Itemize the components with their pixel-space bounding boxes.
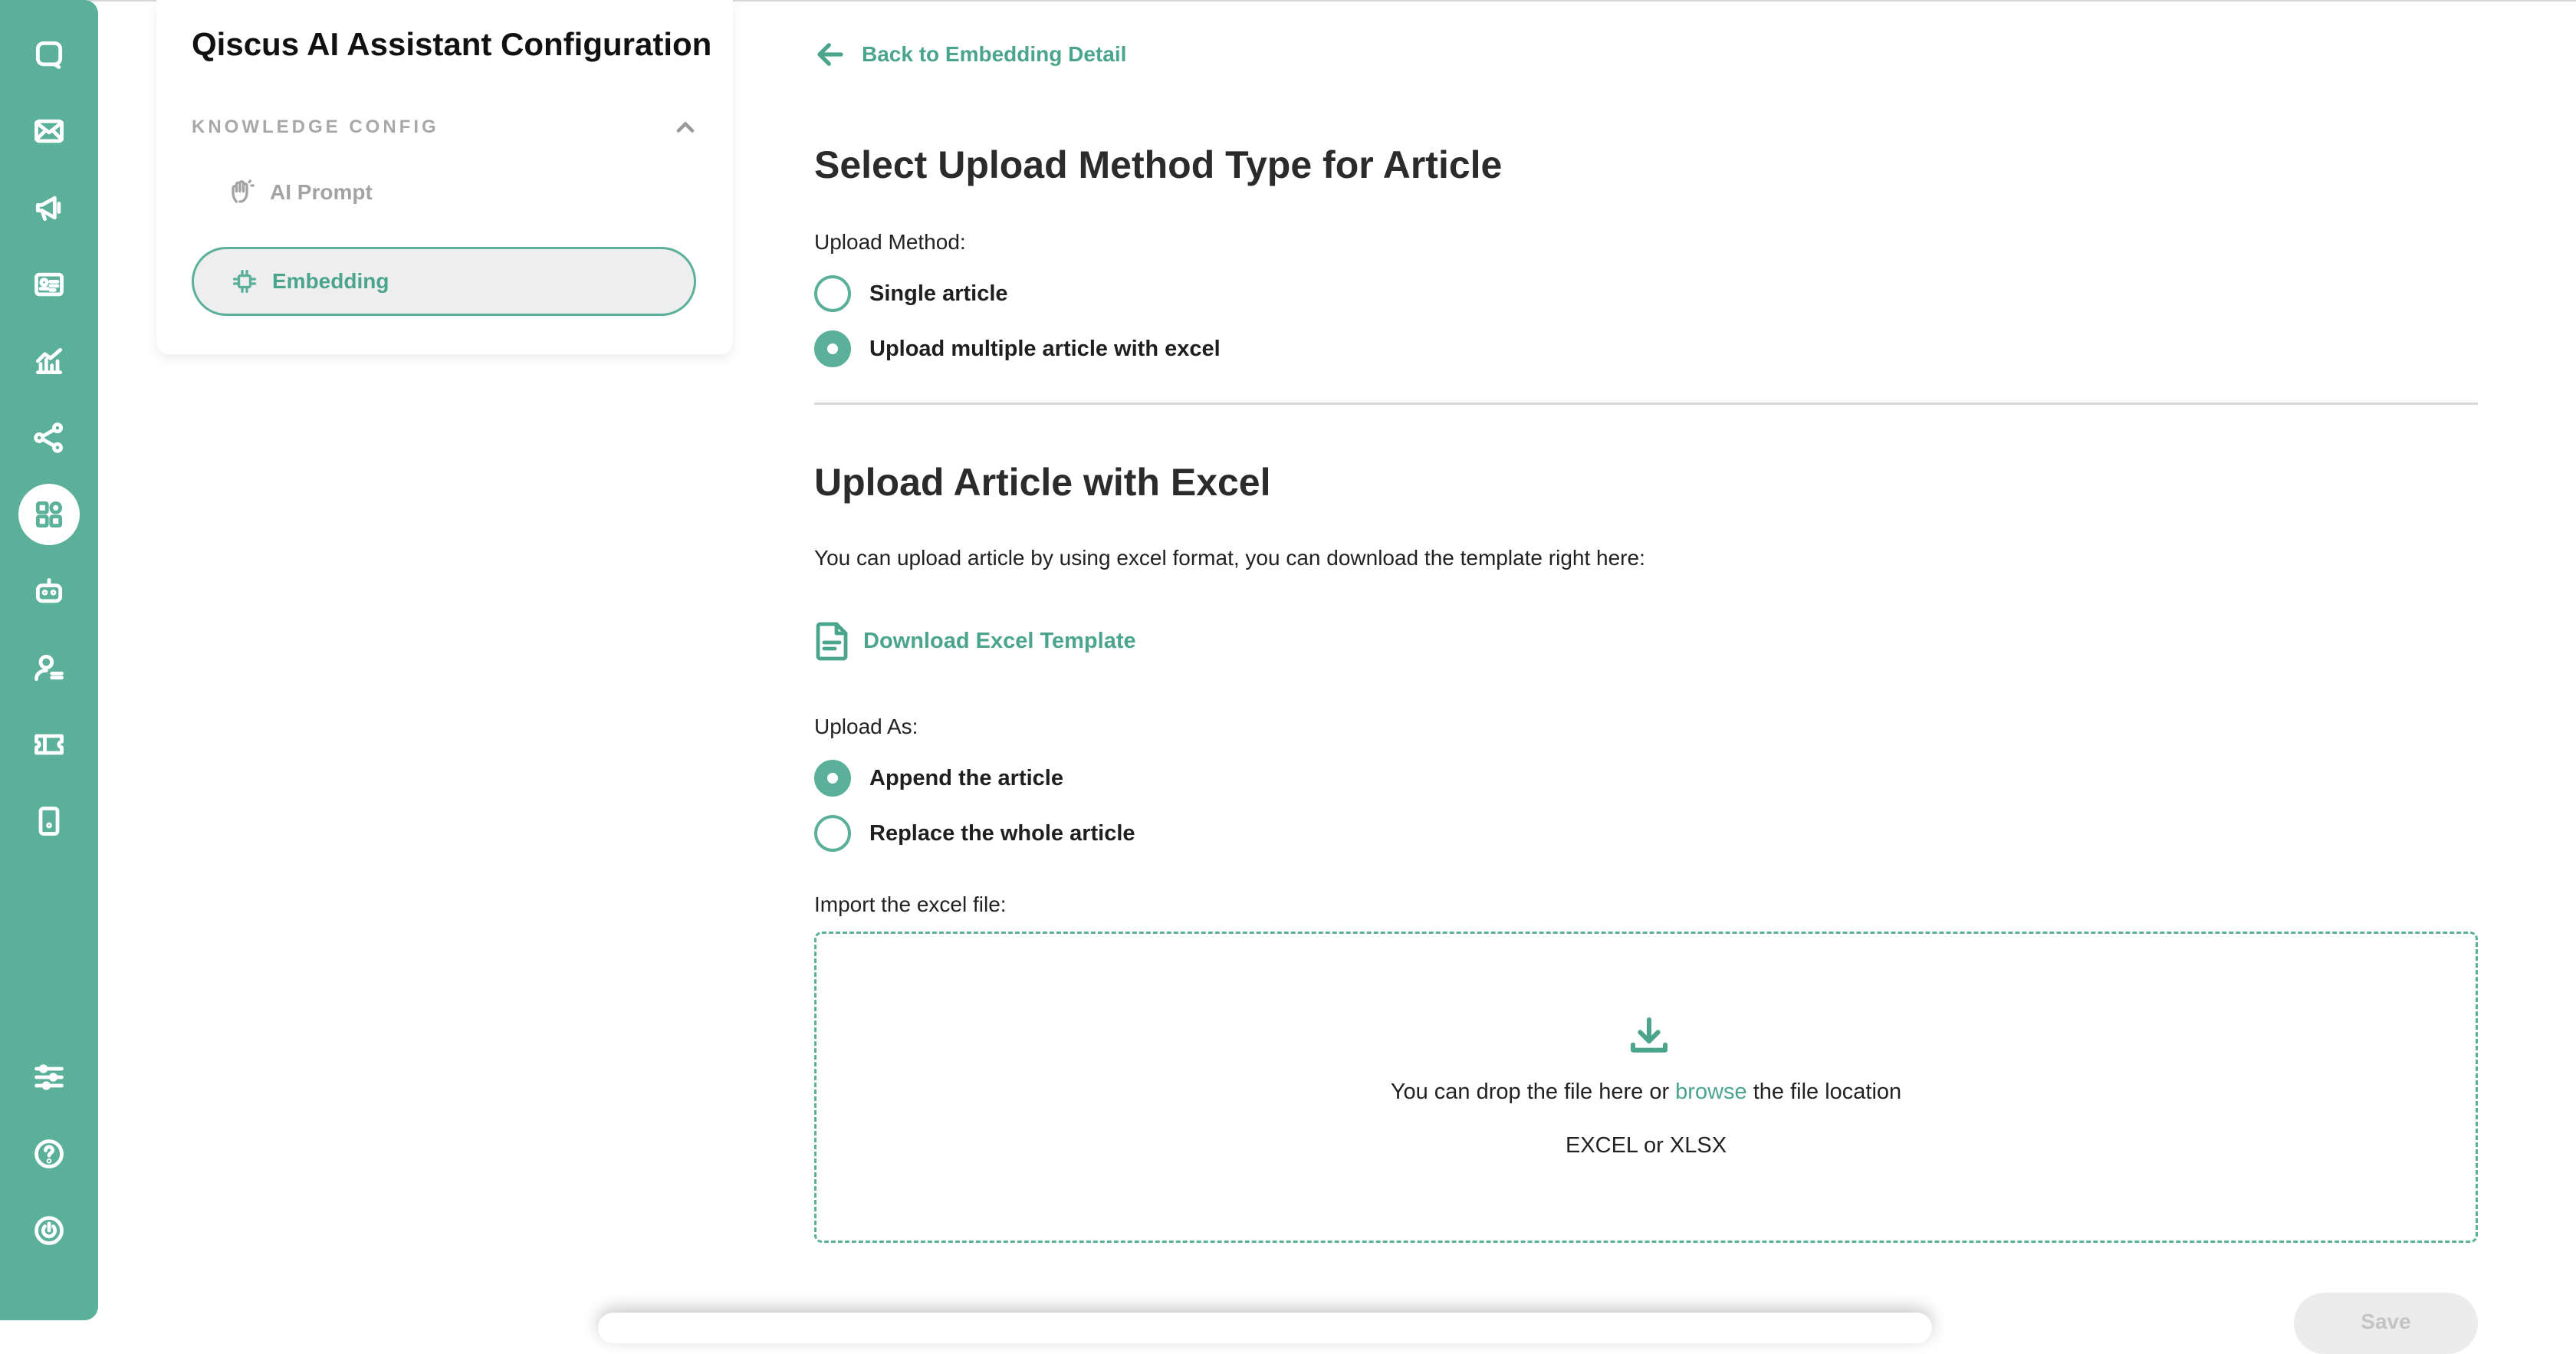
radio-circle[interactable]: [814, 815, 851, 852]
radio-label: Replace the whole article: [869, 820, 1135, 846]
document-icon: [816, 622, 848, 661]
radio-label: Append the article: [869, 765, 1063, 790]
download-label: Download Excel Template: [863, 628, 1136, 653]
radio-upload-multiple-excel[interactable]: Upload multiple article with excel: [814, 330, 1221, 367]
arrow-left-icon: [817, 43, 843, 66]
agent-icon[interactable]: [18, 637, 80, 698]
power-icon[interactable]: [18, 1200, 80, 1261]
bot-icon[interactable]: [18, 560, 80, 622]
mail-icon[interactable]: [18, 100, 80, 162]
radio-label: Single article: [869, 281, 1008, 306]
browse-link[interactable]: browse: [1675, 1080, 1747, 1104]
contact-card-icon[interactable]: [18, 254, 80, 315]
sidebar-item-ai-prompt[interactable]: AI Prompt: [192, 158, 696, 227]
back-to-embedding-detail-link[interactable]: Back to Embedding Detail: [814, 38, 1126, 71]
sidebar-item-label: AI Prompt: [270, 180, 373, 204]
radio-circle-checked[interactable]: [814, 330, 851, 367]
help-icon[interactable]: [18, 1123, 80, 1185]
dropzone-text-before: You can drop the file here or: [1390, 1080, 1676, 1104]
sidebar-title: Qiscus AI Assistant Configuration: [192, 26, 712, 62]
dropzone-text-after: the file location: [1746, 1080, 1902, 1104]
chevron-up-icon[interactable]: [672, 113, 699, 141]
file-dropzone[interactable]: You can drop the file here or browse the…: [814, 932, 2478, 1243]
integration-icon[interactable]: [18, 407, 80, 468]
section-label-knowledge-config: KNOWLEDGE CONFIG: [192, 117, 439, 137]
main-content: Back to Embedding Detail Select Upload M…: [814, 0, 2478, 1320]
import-excel-label: Import the excel file:: [814, 892, 1007, 916]
megaphone-icon[interactable]: [18, 177, 80, 238]
upload-method-label: Upload Method:: [814, 230, 966, 254]
radio-append-article[interactable]: Append the article: [814, 760, 1063, 797]
chip-icon: [232, 269, 257, 294]
mobile-icon[interactable]: [18, 790, 80, 852]
upload-as-label: Upload As:: [814, 715, 918, 738]
config-sidebar: Qiscus AI Assistant Configuration KNOWLE…: [156, 0, 733, 354]
download-tray-icon: [1628, 1014, 1671, 1057]
radio-circle-checked[interactable]: [814, 760, 851, 797]
radio-replace-whole-article[interactable]: Replace the whole article: [814, 815, 1135, 852]
analytics-icon[interactable]: [18, 330, 80, 392]
chat-icon[interactable]: [18, 24, 80, 85]
sidebar-item-embedding[interactable]: Embedding: [192, 247, 696, 316]
dropzone-text: You can drop the file here or browse the…: [816, 1080, 2476, 1105]
upload-excel-description: You can upload article by using excel fo…: [814, 546, 1645, 570]
back-link-label: Back to Embedding Detail: [862, 42, 1127, 66]
download-excel-template-link[interactable]: Download Excel Template: [814, 621, 1136, 661]
save-button[interactable]: Save: [2294, 1293, 2478, 1354]
hand-wave-icon: [232, 179, 255, 203]
sidebar-item-label: Embedding: [272, 269, 389, 293]
settings-sliders-icon[interactable]: [18, 1047, 80, 1108]
upload-method-title: Select Upload Method Type for Article: [814, 143, 1503, 186]
radio-circle[interactable]: [814, 275, 851, 312]
radio-single-article[interactable]: Single article: [814, 275, 1008, 312]
dropzone-formats: EXCEL or XLSX: [1565, 1133, 1727, 1158]
bottom-action-bar: [598, 1313, 1932, 1343]
icon-rail: [0, 0, 98, 1320]
radio-label: Upload multiple article with excel: [869, 336, 1221, 361]
apps-grid-icon[interactable]: [18, 484, 80, 545]
section-divider: [814, 403, 2478, 405]
ticket-icon[interactable]: [18, 714, 80, 775]
upload-excel-title: Upload Article with Excel: [814, 461, 1271, 504]
